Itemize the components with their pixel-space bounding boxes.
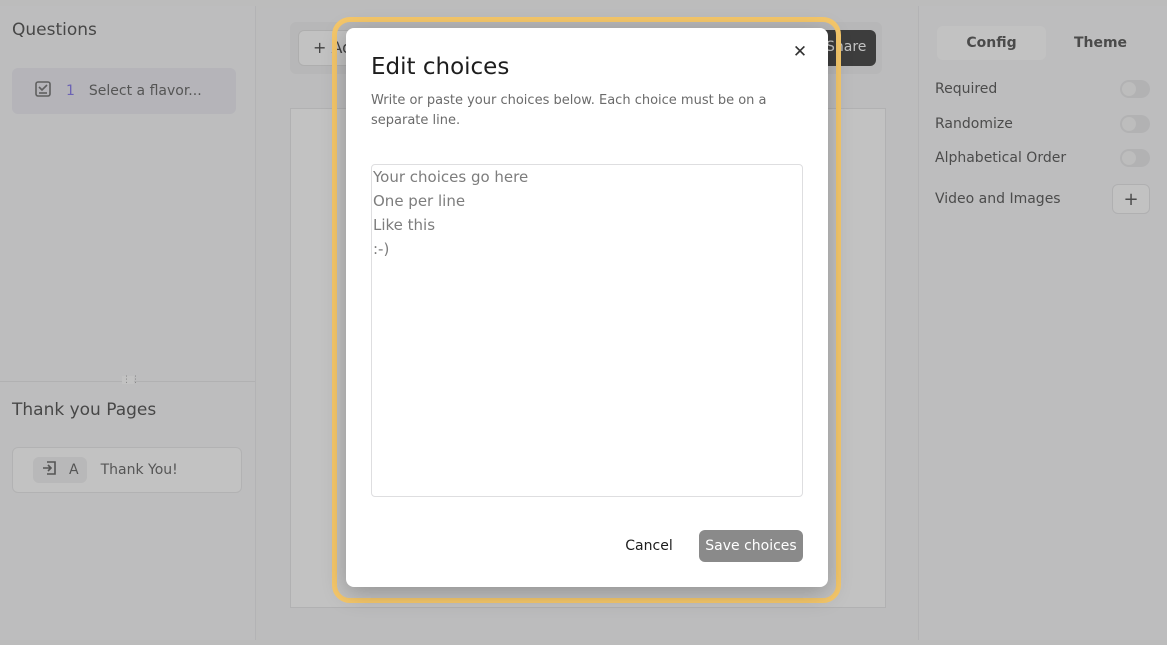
choices-textarea[interactable]: [372, 165, 802, 496]
close-icon[interactable]: ✕: [790, 42, 810, 62]
choices-textarea-wrapper: [371, 164, 803, 497]
save-choices-button[interactable]: Save choices: [699, 530, 803, 562]
cancel-button[interactable]: Cancel: [616, 530, 682, 562]
dialog-description: Write or paste your choices below. Each …: [371, 93, 767, 128]
dialog-title: Edit choices: [371, 54, 510, 80]
edit-choices-dialog: ✕ Edit choices Write or paste your choic…: [346, 28, 828, 587]
